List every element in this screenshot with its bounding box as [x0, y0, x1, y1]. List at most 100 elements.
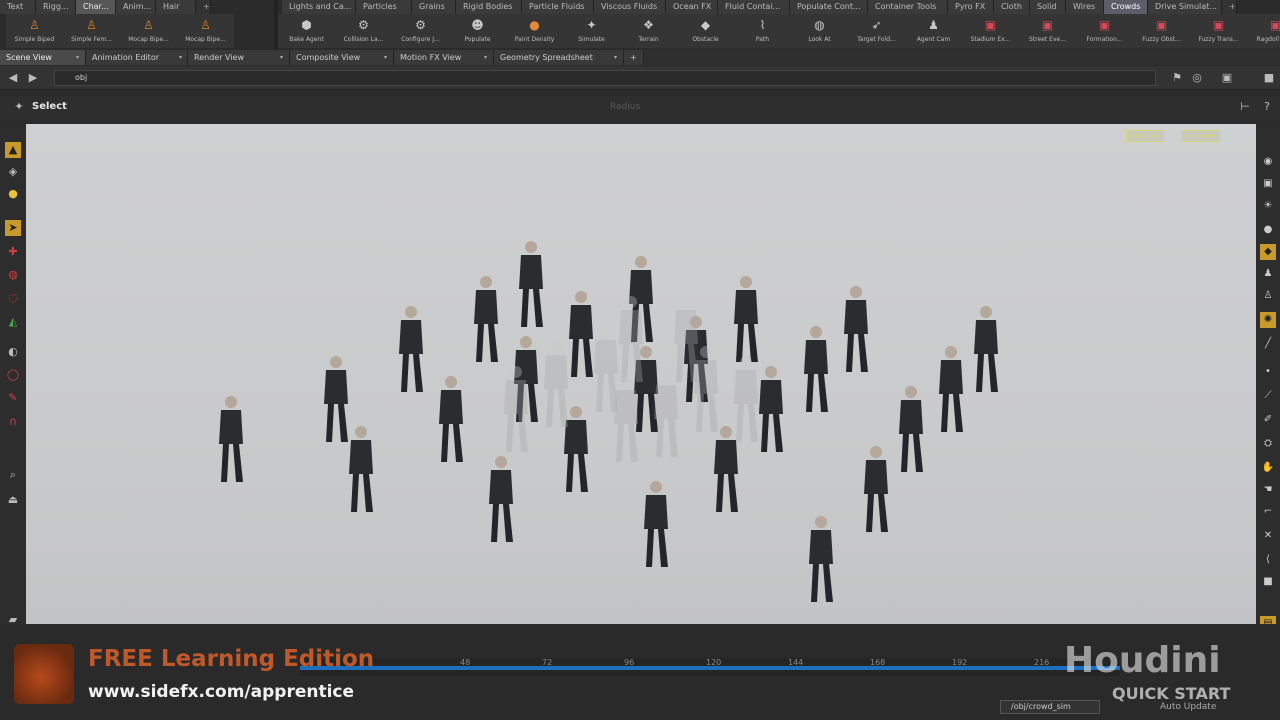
scale-view-icon[interactable]: ⟨ — [1260, 552, 1276, 568]
shelf-tab[interactable]: Rigg... — [36, 0, 76, 14]
shelf-tool[interactable]: ♙ Mocap Bipe... — [177, 14, 234, 48]
shelf-tab[interactable]: Lights and Ca... — [282, 0, 356, 14]
shelf-tab[interactable]: Pyro FX — [948, 0, 994, 14]
pane-tab[interactable]: Geometry Spreadsheet ▾ — [494, 50, 624, 65]
layout-icon[interactable]: ▣ — [1220, 71, 1234, 85]
glove-icon[interactable]: ☚ — [1260, 482, 1276, 498]
shelf-tool[interactable]: ▣ Fuzzy Trans... — [1190, 14, 1247, 48]
snap-grid-icon[interactable]: ✺ — [1260, 312, 1276, 328]
shelf-tool[interactable]: ✦ Simulate — [563, 14, 620, 48]
shelf-tool[interactable]: ♙ Simple Biped — [6, 14, 63, 48]
auto-update-menu[interactable]: Auto Update — [1160, 702, 1216, 712]
shelf-tab[interactable]: Solid — [1030, 0, 1066, 14]
shelf-tab[interactable]: Cloth — [994, 0, 1030, 14]
frame-icon[interactable]: ⌐ — [1260, 504, 1276, 520]
shelf-tool[interactable]: ⚙ Configure J... — [392, 14, 449, 48]
snap-icon[interactable]: ⊢ — [1238, 100, 1252, 114]
ghost-icon[interactable]: ♟ — [1260, 266, 1276, 282]
shelf-tab[interactable]: Rigid Bodies — [456, 0, 522, 14]
tool-handle-icon[interactable]: ✦ — [12, 100, 26, 114]
shelf-tool[interactable]: ◆ Obstacle — [677, 14, 734, 48]
shading-icon[interactable]: ● — [1260, 222, 1276, 238]
shelf-tool[interactable]: ♙ Simple Fem... — [63, 14, 120, 48]
shelf-tool[interactable]: ▣ Stadium Ex... — [962, 14, 1019, 48]
lock-icon[interactable]: ▣ — [1260, 176, 1276, 192]
shelf-tab[interactable]: Particles — [356, 0, 412, 14]
back-icon[interactable]: ◀ — [6, 71, 20, 85]
pane-tab[interactable]: Motion FX View ▾ — [394, 50, 494, 65]
shelf-tool[interactable]: ▣ Formation... — [1076, 14, 1133, 48]
pose-icon[interactable]: ● — [5, 186, 21, 202]
pane-tab[interactable]: Animation Editor ▾ — [86, 50, 188, 65]
shelf-tab[interactable]: Particle Fluids — [522, 0, 594, 14]
help-icon[interactable]: ? — [1260, 100, 1274, 114]
handle-icon[interactable]: ◭ — [5, 314, 21, 330]
hand-icon[interactable]: ✋ — [1260, 460, 1276, 476]
shelf-tool[interactable]: ⚙ Collision La... — [335, 14, 392, 48]
shelf-tool[interactable]: ● Paint Density — [506, 14, 563, 48]
render-icon[interactable]: ⏏ — [5, 492, 21, 508]
shelf-tab[interactable]: Container Tools — [868, 0, 948, 14]
path-field[interactable]: obj — [54, 70, 1156, 86]
add-pane-tab-icon[interactable]: + — [624, 50, 644, 65]
shelf-tab[interactable]: Text — [0, 0, 36, 14]
box-icon[interactable]: ■ — [1260, 574, 1276, 590]
shelf-tool[interactable]: ♙ Mocap Bipe... — [120, 14, 177, 48]
select-mode-icon[interactable]: ▲ — [5, 142, 21, 158]
expand-icon[interactable]: ✕ — [1260, 528, 1276, 544]
magnet-icon[interactable]: ∩ — [5, 414, 21, 430]
pose-tool-icon[interactable]: ◐ — [5, 344, 21, 360]
agent-icon[interactable]: ♙ — [1260, 288, 1276, 304]
pin-icon[interactable]: ⚑ — [1170, 71, 1184, 85]
shelf-tool[interactable]: ▣ Street Eve... — [1019, 14, 1076, 48]
pane-tab[interactable]: Scene View ▾ — [0, 50, 86, 65]
shelf-tab[interactable]: Populate Cont... — [790, 0, 868, 14]
status-node-field[interactable]: /obj/crowd_sim — [1000, 700, 1100, 714]
shelf-tab[interactable]: Grains — [412, 0, 456, 14]
shelf-tool[interactable]: ⌇ Path — [734, 14, 791, 48]
shelf-tab[interactable]: Wires — [1066, 0, 1104, 14]
shelf-tab[interactable]: Fluid Contai... — [718, 0, 790, 14]
shelf-tool[interactable]: ❖ Terrain — [620, 14, 677, 48]
display-icon[interactable]: ◆ — [1260, 244, 1276, 260]
view-mode-icon[interactable]: ◈ — [5, 164, 21, 180]
add-tab-icon[interactable]: + — [1222, 0, 1237, 14]
camera-menu[interactable]: persp1▾ — [1126, 130, 1164, 142]
lasso-icon[interactable]: ◯ — [5, 367, 21, 383]
select-arrow-icon[interactable]: ➤ — [5, 220, 21, 236]
move-icon[interactable]: ✚ — [5, 244, 21, 260]
shelf-tool[interactable]: ▣ Ragdoll Ru... — [1247, 14, 1280, 48]
shelf-tool[interactable]: ☻ Populate — [449, 14, 506, 48]
shelf-tab[interactable]: Ocean FX — [666, 0, 718, 14]
maximize-icon[interactable]: ■ — [1262, 71, 1276, 85]
rotate-icon[interactable]: ◍ — [5, 267, 21, 283]
cam-menu[interactable]: no cam▾ — [1181, 130, 1221, 142]
forward-icon[interactable]: ▶ — [26, 71, 40, 85]
zoom-icon[interactable]: ⌕ — [5, 467, 21, 483]
pane-tab[interactable]: Render View ▾ — [188, 50, 290, 65]
brush-icon[interactable]: ✎ — [5, 390, 21, 406]
shelf-tool[interactable]: ⬢ Bake Agent — [278, 14, 335, 48]
rig-icon[interactable]: ⛭ — [1260, 436, 1276, 452]
shelf-tab[interactable]: Viscous Fluids — [594, 0, 666, 14]
shelf-tool[interactable]: ♟ Agent Cam — [905, 14, 962, 48]
wire-icon[interactable]: ╱ — [1260, 336, 1276, 352]
shelf-tool[interactable]: ▣ Fuzzy Obst... — [1133, 14, 1190, 48]
light-icon[interactable]: ☀ — [1260, 198, 1276, 214]
link-icon[interactable]: ◎ — [1190, 71, 1204, 85]
shelf-tab[interactable]: Anim... — [116, 0, 156, 14]
shelf-tab[interactable]: Crowds — [1104, 0, 1148, 14]
shelf-tool[interactable]: ◍ Look At — [791, 14, 848, 48]
shelf-tab[interactable]: Hair — [156, 0, 196, 14]
timeline[interactable]: 48 72 96 120 144 168 192 216 — [300, 658, 1120, 676]
scale-icon[interactable]: ◌ — [5, 290, 21, 306]
shelf-tab[interactable]: Drive Simulat... — [1148, 0, 1222, 14]
point-icon[interactable]: • — [1260, 364, 1276, 380]
edge-icon[interactable]: ⟋ — [1260, 388, 1276, 404]
pen-icon[interactable]: ✐ — [1260, 412, 1276, 428]
pane-tab[interactable]: Composite View ▾ — [290, 50, 394, 65]
scene-viewport[interactable]: persp1▾ no cam▾ — [26, 124, 1256, 624]
add-tab-icon[interactable]: + — [196, 0, 211, 14]
shelf-tab[interactable]: Char... — [76, 0, 116, 14]
shelf-tool[interactable]: ➶ Target Fold... — [848, 14, 905, 48]
